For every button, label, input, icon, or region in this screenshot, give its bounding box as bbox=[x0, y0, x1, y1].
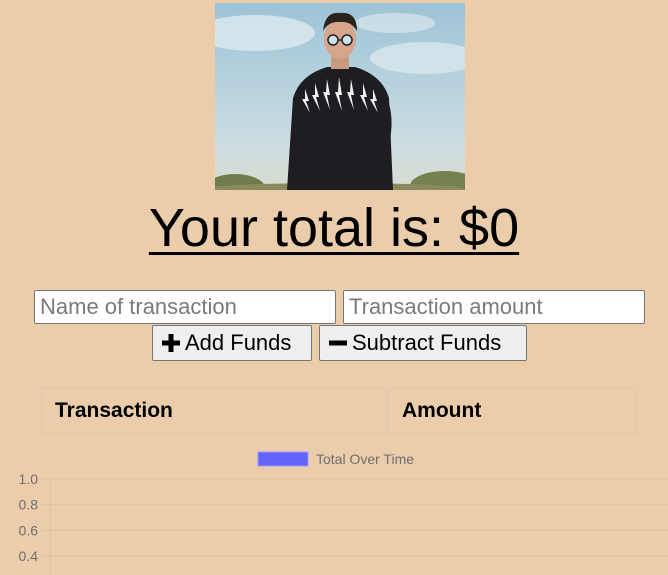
transaction-column-header: Transaction bbox=[41, 388, 386, 434]
chart-legend[interactable]: Total Over Time bbox=[257, 451, 414, 467]
transactions-table: Transaction Amount bbox=[39, 386, 639, 436]
total-over-time-chart: Total Over Time 1.0 0.8 0.6 0.4 bbox=[19, 451, 668, 575]
table-header-row: Transaction Amount bbox=[41, 388, 637, 434]
amount-column-header: Amount bbox=[388, 388, 637, 434]
plus-icon bbox=[162, 334, 180, 352]
total-heading: Your total is: $0 bbox=[0, 196, 668, 260]
y-tick-label: 0.6 bbox=[19, 522, 39, 538]
legend-swatch bbox=[257, 451, 309, 467]
legend-label: Total Over Time bbox=[316, 451, 414, 467]
profile-photo bbox=[215, 3, 465, 190]
total-amount: $0 bbox=[459, 198, 520, 258]
minus-icon bbox=[329, 340, 347, 346]
transaction-amount-input[interactable] bbox=[343, 290, 645, 324]
y-tick-label: 0.4 bbox=[19, 548, 39, 564]
y-tick-label: 0.8 bbox=[19, 497, 39, 513]
y-tick-label: 1.0 bbox=[19, 471, 39, 487]
add-funds-button[interactable]: Add Funds bbox=[152, 325, 312, 361]
subtract-funds-label: Subtract Funds bbox=[352, 330, 502, 355]
subtract-funds-button[interactable]: Subtract Funds bbox=[319, 325, 527, 361]
transaction-name-input[interactable] bbox=[34, 290, 336, 324]
add-funds-label: Add Funds bbox=[185, 330, 292, 355]
total-label: Your total is: bbox=[148, 198, 460, 258]
